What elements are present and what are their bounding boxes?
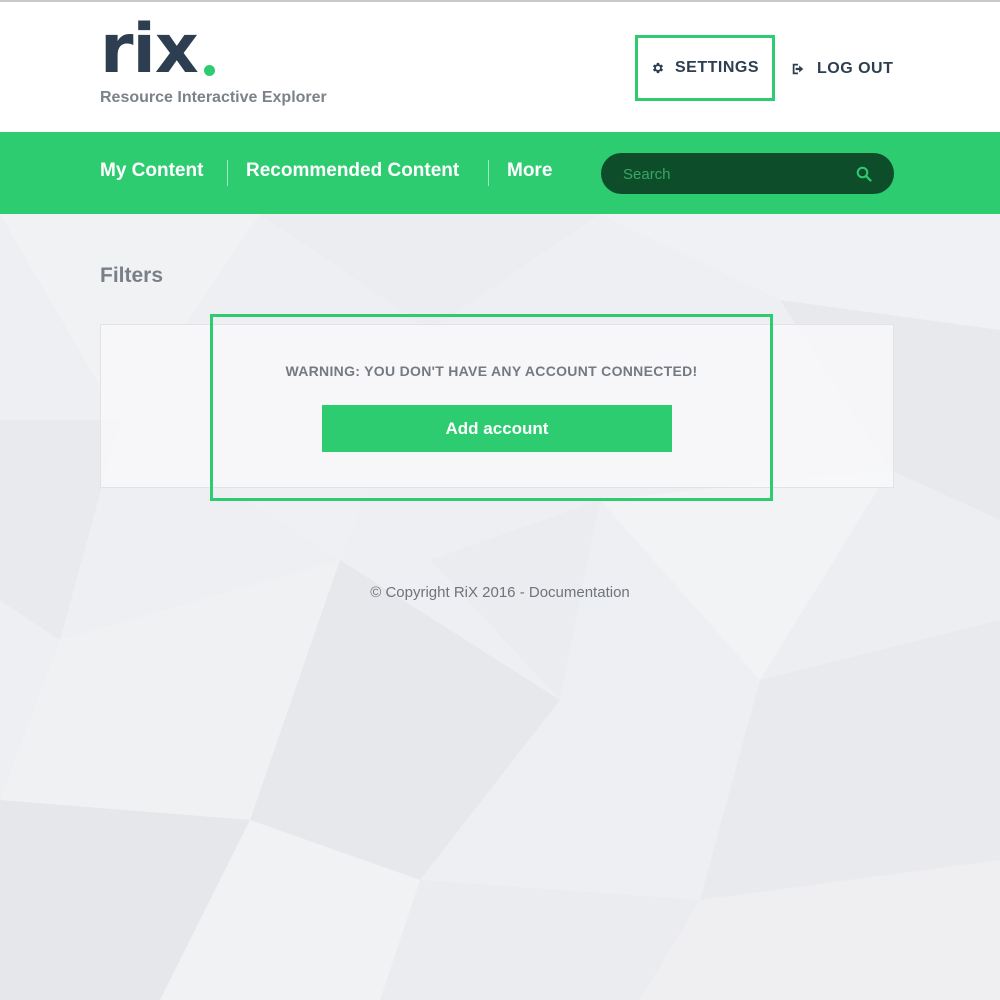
settings-button[interactable]: SETTINGS (635, 35, 775, 101)
search-input[interactable] (623, 161, 853, 187)
tagline: Resource Interactive Explorer (100, 89, 327, 106)
nav-recommended-content[interactable]: Recommended Content (246, 160, 459, 182)
documentation-link[interactable]: Documentation (529, 584, 630, 601)
nav-more[interactable]: More (507, 160, 552, 182)
search-icon[interactable] (856, 166, 872, 182)
logout-label: LOG OUT (817, 60, 894, 77)
nav-divider (488, 160, 489, 186)
logo-dot (204, 65, 215, 76)
search-box (601, 153, 894, 194)
logout-button[interactable]: LOG OUT (791, 54, 893, 84)
settings-label: SETTINGS (674, 59, 759, 76)
sign-out-icon (791, 62, 805, 76)
main-navbar: My Content Recommended Content More (0, 132, 1000, 214)
gear-icon (651, 61, 665, 75)
footer: © Copyright RiX 2016 - Documentation (0, 584, 1000, 601)
nav-divider (227, 160, 228, 186)
add-account-button[interactable]: Add account (322, 405, 672, 452)
rix-logo[interactable]: rix (100, 14, 199, 86)
filters-heading: Filters (100, 264, 164, 287)
no-account-warning: WARNING: YOU DON'T HAVE ANY ACCOUNT CONN… (285, 363, 698, 379)
top-header: rix Resource Interactive Explorer SETTIN… (0, 0, 1000, 132)
nav-my-content[interactable]: My Content (100, 160, 203, 182)
copyright-text: © Copyright RiX 2016 - (370, 584, 529, 601)
